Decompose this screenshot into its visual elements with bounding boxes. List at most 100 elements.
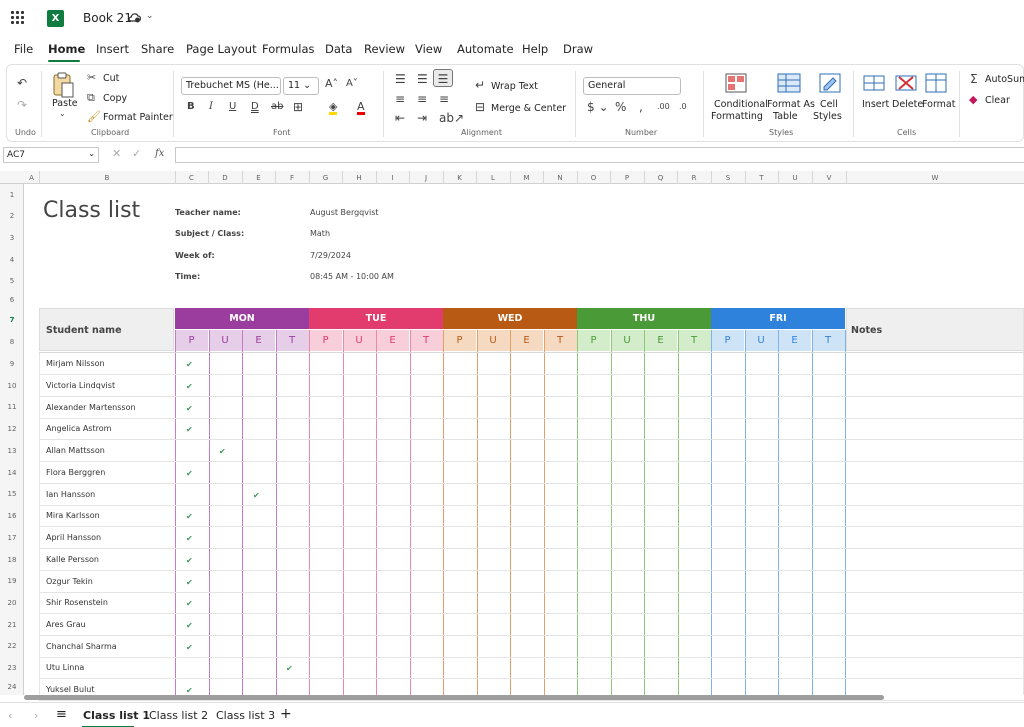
row-header-24[interactable]: 24 <box>0 683 24 691</box>
clear-button[interactable]: Clear <box>985 95 1010 106</box>
column-header-F[interactable]: F <box>275 172 309 184</box>
column-header-S[interactable]: S <box>711 172 745 184</box>
attendance-check-icon[interactable]: ✔ <box>219 447 226 456</box>
align-center-icon[interactable]: ≡ <box>417 93 427 105</box>
increase-decimal-icon[interactable]: .00 <box>657 103 670 111</box>
menu-file[interactable]: File <box>14 42 33 56</box>
column-header-R[interactable]: R <box>677 172 711 184</box>
row-header-9[interactable]: 9 <box>0 360 24 368</box>
student-name[interactable]: Angelica Astrom <box>46 424 111 433</box>
student-name[interactable]: Chanchal Sharma <box>46 642 117 651</box>
format-as-table-label2[interactable]: Table <box>773 111 798 122</box>
align-bottom-icon[interactable]: ☰ <box>433 69 453 87</box>
attendance-check-icon[interactable]: ✔ <box>186 512 193 521</box>
student-name[interactable]: Ozgur Tekin <box>46 577 93 586</box>
paste-chevron-icon[interactable]: ⌄ <box>59 110 66 118</box>
cell-styles-button[interactable]: Cell <box>820 99 838 110</box>
row-header-11[interactable]: 11 <box>0 403 24 411</box>
name-box-chevron-icon[interactable]: ⌄ <box>88 149 95 158</box>
format-as-table-icon[interactable] <box>777 73 801 93</box>
cut-button[interactable]: Cut <box>103 73 119 84</box>
conditional-formatting-label2[interactable]: Formatting <box>711 111 763 122</box>
format-painter-button[interactable]: Format Painter <box>103 112 173 123</box>
merge-center-button[interactable]: Merge & Center <box>491 103 566 114</box>
row-header-13[interactable]: 13 <box>0 447 24 455</box>
attendance-check-icon[interactable]: ✔ <box>186 382 193 391</box>
menu-view[interactable]: View <box>415 42 442 56</box>
formula-input[interactable] <box>175 147 1024 163</box>
column-header-L[interactable]: L <box>476 172 510 184</box>
column-header-I[interactable]: I <box>376 172 409 184</box>
paste-button[interactable]: Paste <box>52 98 78 109</box>
attendance-check-icon[interactable]: ✔ <box>186 686 193 695</box>
column-header-A[interactable]: A <box>24 172 39 184</box>
format-painter-icon[interactable]: 🖌 <box>87 111 101 122</box>
student-name[interactable]: Victoria Lindqvist <box>46 381 115 390</box>
column-header-P[interactable]: P <box>610 172 644 184</box>
align-middle-icon[interactable]: ☰ <box>417 73 428 85</box>
cloud-sync-icon[interactable] <box>128 12 141 23</box>
redo-icon[interactable]: ↷ <box>17 99 27 111</box>
conditional-formatting-button[interactable]: Conditional <box>714 99 768 110</box>
student-name[interactable]: April Hansson <box>46 533 101 542</box>
attendance-check-icon[interactable]: ✔ <box>186 578 193 587</box>
row-header-6[interactable]: 6 <box>0 296 24 304</box>
row-header-14[interactable]: 14 <box>0 469 24 477</box>
clear-icon[interactable]: ◆ <box>969 94 977 105</box>
student-name[interactable]: Yuksel Bulut <box>46 685 95 694</box>
attendance-check-icon[interactable]: ✔ <box>286 664 293 673</box>
row-header-10[interactable]: 10 <box>0 382 24 390</box>
column-header-Q[interactable]: Q <box>644 172 677 184</box>
format-cells-icon[interactable] <box>925 73 947 93</box>
attendance-check-icon[interactable]: ✔ <box>186 599 193 608</box>
menu-page-layout[interactable]: Page Layout <box>186 42 257 56</box>
menu-help[interactable]: Help <box>522 42 548 56</box>
row-header-19[interactable]: 19 <box>0 577 24 585</box>
student-name[interactable]: Alexander Martensson <box>46 403 136 412</box>
column-header-J[interactable]: J <box>409 172 443 184</box>
attendance-check-icon[interactable]: ✔ <box>186 621 193 630</box>
cancel-icon[interactable]: ✕ <box>112 148 121 159</box>
column-header-C[interactable]: C <box>175 172 208 184</box>
row-header-8[interactable]: 8 <box>0 338 24 346</box>
student-name[interactable]: Allan Mattsson <box>46 446 105 455</box>
align-top-icon[interactable]: ☰ <box>395 73 406 85</box>
sheet-tab-2[interactable]: Class list 2 <box>149 709 208 722</box>
attendance-check-icon[interactable]: ✔ <box>186 425 193 434</box>
student-name[interactable]: Mirjam Nilsson <box>46 359 105 368</box>
format-as-table-button[interactable]: Format As <box>767 99 815 110</box>
percent-icon[interactable]: % <box>615 101 626 113</box>
number-format-dropdown[interactable]: General <box>583 77 681 95</box>
attendance-check-icon[interactable]: ✔ <box>186 360 193 369</box>
conditional-formatting-icon[interactable] <box>725 73 747 93</box>
student-name[interactable]: Flora Berggren <box>46 468 105 477</box>
menu-draw[interactable]: Draw <box>563 42 593 56</box>
menu-insert[interactable]: Insert <box>96 42 129 56</box>
copy-icon[interactable]: ⧉ <box>87 92 95 103</box>
column-header-K[interactable]: K <box>443 172 476 184</box>
row-header-20[interactable]: 20 <box>0 599 24 607</box>
bold-icon[interactable]: B <box>187 102 195 112</box>
attendance-check-icon[interactable]: ✔ <box>186 556 193 565</box>
align-left-icon[interactable]: ≡ <box>395 93 405 105</box>
student-name[interactable]: Mira Karlsson <box>46 511 100 520</box>
font-name-dropdown[interactable]: Trebuchet MS (He... <box>181 77 281 95</box>
column-header-V[interactable]: V <box>812 172 846 184</box>
row-header-22[interactable]: 22 <box>0 642 24 650</box>
column-header-T[interactable]: T <box>745 172 778 184</box>
row-header-5[interactable]: 5 <box>0 277 24 285</box>
underline-icon[interactable]: U <box>229 102 236 112</box>
increase-indent-icon[interactable]: ⇥ <box>417 112 427 124</box>
align-right-icon[interactable]: ≡ <box>439 93 449 105</box>
column-header-M[interactable]: M <box>510 172 543 184</box>
italic-icon[interactable]: I <box>209 102 213 112</box>
cell-styles-icon[interactable] <box>819 73 841 93</box>
paste-icon[interactable] <box>51 71 75 99</box>
cell-styles-label2[interactable]: Styles <box>813 111 842 122</box>
title-chevron-down-icon[interactable]: ⌄ <box>146 11 154 21</box>
orientation-icon[interactable]: ab↗ <box>439 112 464 124</box>
menu-review[interactable]: Review <box>364 42 405 56</box>
app-launcher-icon[interactable] <box>11 11 25 25</box>
student-name[interactable]: Shir Rosenstein <box>46 598 108 607</box>
row-header-3[interactable]: 3 <box>0 234 24 242</box>
